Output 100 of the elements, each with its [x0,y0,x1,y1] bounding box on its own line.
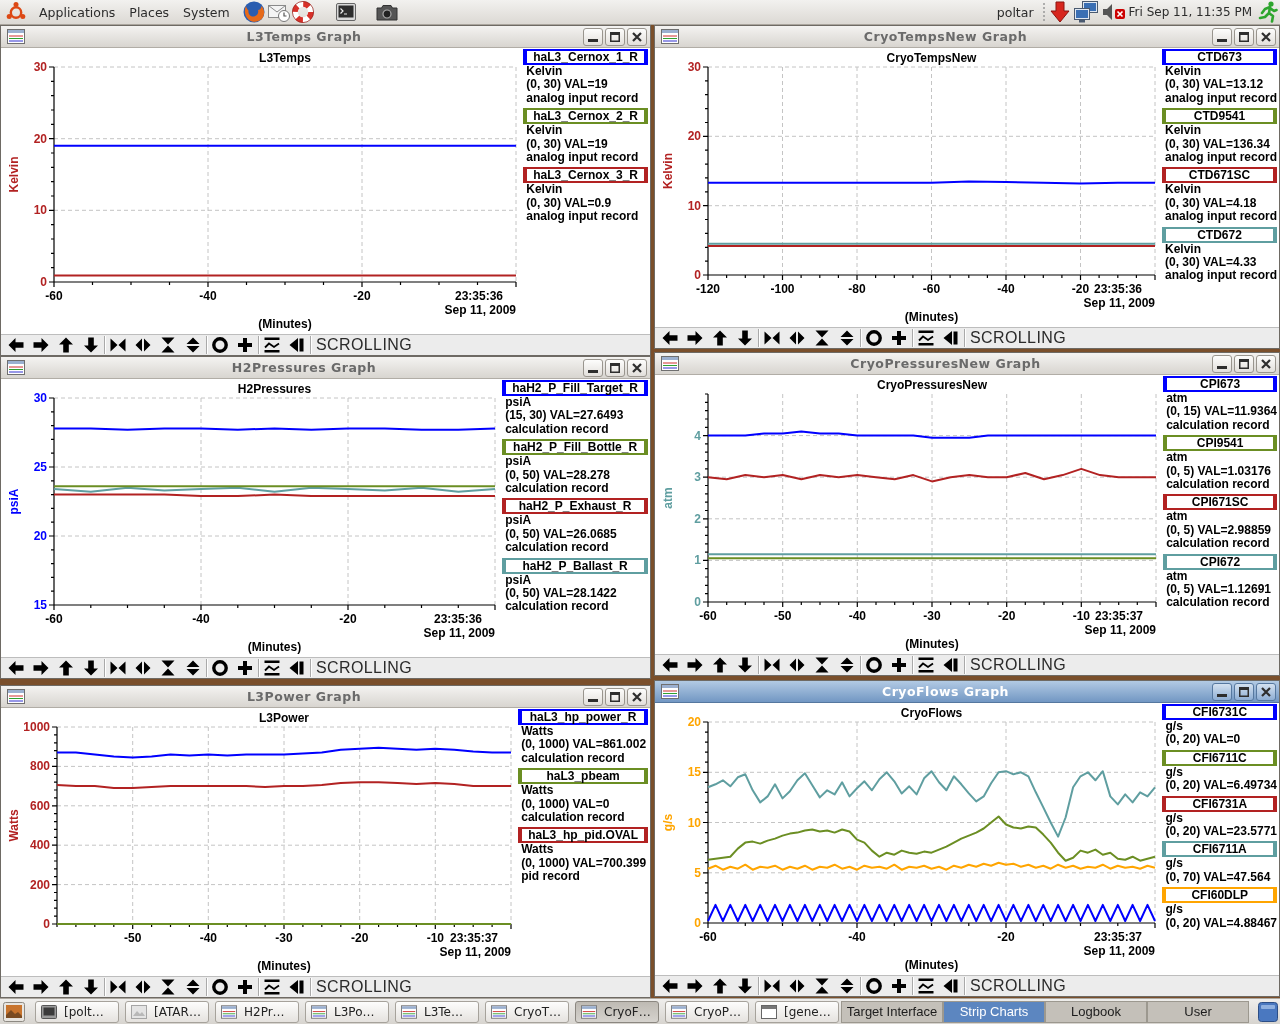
legend-label[interactable]: CPI673 [1163,376,1277,392]
legend-label[interactable]: haL3_hp_power_R [518,709,648,725]
hourglass-icon[interactable] [814,657,830,673]
legend-label[interactable]: haH2_P_Ballast_R [502,557,648,574]
legend-label[interactable]: haL3_Cernox_2_R [523,108,648,125]
down-arrow-icon[interactable] [737,657,753,673]
close-button[interactable] [1256,682,1276,701]
graph-icon[interactable] [918,657,934,673]
inward-triangles-icon[interactable] [764,657,780,673]
right-arrow-icon[interactable] [687,657,703,673]
chart-icon[interactable] [7,29,25,44]
chart-icon[interactable] [661,356,679,371]
graph-icon[interactable] [264,337,280,353]
chart-icon[interactable] [661,29,679,44]
graph-icon[interactable] [918,330,934,346]
maximize-button[interactable] [1234,27,1254,46]
chart-icon[interactable] [661,684,679,699]
close-button[interactable] [627,687,647,706]
task-button[interactable]: CryoP… [665,1000,749,1023]
close-button[interactable] [1256,354,1276,373]
monitors-icon[interactable] [1073,1,1098,23]
plus-icon[interactable] [891,330,907,346]
right-arrow-icon[interactable] [687,330,703,346]
ring-icon[interactable] [212,660,228,676]
ring-icon[interactable] [866,978,882,994]
task-button[interactable]: CryoF… [575,1000,659,1023]
menu-item[interactable]: Applications [32,4,123,20]
hourglass-icon[interactable] [160,660,176,676]
left-arrow-icon[interactable] [8,660,24,676]
minimize-button[interactable] [1212,27,1232,46]
ring-icon[interactable] [866,657,882,673]
legend-label[interactable]: CFI6711C [1162,749,1277,766]
inward-triangles-icon[interactable] [110,660,126,676]
legend-label[interactable]: CFI60DLP [1162,887,1277,904]
minimize-button[interactable] [1212,354,1232,373]
split-diamond-icon[interactable] [839,657,855,673]
graph-icon[interactable] [264,979,280,995]
inward-triangles-icon[interactable] [110,979,126,995]
legend-label[interactable]: haL3_Cernox_3_R [523,167,648,184]
plus-icon[interactable] [237,660,253,676]
inward-triangles-icon[interactable] [110,337,126,353]
terminal-icon[interactable] [335,3,356,21]
task-button[interactable]: [ATAR… [125,1000,209,1023]
menu-item[interactable]: Places [122,4,177,20]
clock[interactable]: Fri Sep 11, 11:35 PM [1128,5,1252,19]
right-arrow-icon[interactable] [33,660,49,676]
globe-icon[interactable] [242,1,265,23]
chart-icon[interactable] [7,360,25,375]
hourglass-icon[interactable] [814,330,830,346]
legend-label[interactable]: CPI671SC [1163,494,1277,511]
inward-triangles-icon[interactable] [764,978,780,994]
legend-label[interactable]: haH2_P_Fill_Bottle_R [502,439,648,456]
task-button[interactable]: CryoT… [485,1000,569,1023]
legend-label[interactable]: haL3_Cernox_1_R [523,49,648,65]
legend-label[interactable]: CTD671SC [1162,167,1277,184]
close-button[interactable] [627,358,647,377]
workspace-tab[interactable]: Strip Charts [944,1001,1044,1022]
legend-label[interactable]: haH2_P_Fill_Target_R [502,380,648,396]
speaker-muted-icon[interactable] [1101,2,1126,22]
task-button[interactable]: L3Te… [395,1000,479,1023]
graph-icon[interactable] [264,660,280,676]
triangle-bar-icon[interactable] [289,660,305,676]
ring-icon[interactable] [212,337,228,353]
outward-triangles-icon[interactable] [789,978,805,994]
legend-label[interactable]: haL3_hp_pid.OVAL [518,827,648,844]
up-arrow-icon[interactable] [712,978,728,994]
right-arrow-icon[interactable] [33,979,49,995]
down-arrow-icon[interactable] [737,330,753,346]
close-button[interactable] [627,27,647,46]
up-arrow-icon[interactable] [712,657,728,673]
hourglass-icon[interactable] [814,978,830,994]
split-diamond-icon[interactable] [839,978,855,994]
task-button[interactable]: [polt… [35,1000,119,1023]
up-arrow-icon[interactable] [58,337,74,353]
down-arrow-icon[interactable] [83,337,99,353]
hourglass-icon[interactable] [160,337,176,353]
workspace-tab[interactable]: Logbook [1046,1001,1146,1022]
triangle-bar-icon[interactable] [289,337,305,353]
legend-label[interactable]: CFI6731C [1162,704,1277,720]
split-diamond-icon[interactable] [839,330,855,346]
plus-icon[interactable] [237,979,253,995]
up-arrow-icon[interactable] [58,660,74,676]
inward-triangles-icon[interactable] [764,330,780,346]
outward-triangles-icon[interactable] [135,660,151,676]
task-button[interactable]: H2Pr… [215,1000,299,1023]
triangle-bar-icon[interactable] [289,979,305,995]
outward-triangles-icon[interactable] [789,330,805,346]
legend-label[interactable]: CFI6711A [1162,841,1277,858]
maximize-button[interactable] [605,687,625,706]
hourglass-icon[interactable] [160,979,176,995]
minimize-button[interactable] [583,687,603,706]
chart-icon[interactable] [7,689,25,704]
legend-label[interactable]: CTD672 [1162,226,1277,243]
outward-triangles-icon[interactable] [789,657,805,673]
left-arrow-icon[interactable] [662,978,678,994]
left-arrow-icon[interactable] [662,657,678,673]
minimize-button[interactable] [583,358,603,377]
legend-label[interactable]: CTD9541 [1162,108,1277,125]
outward-triangles-icon[interactable] [135,979,151,995]
down-arrow-icon[interactable] [737,978,753,994]
